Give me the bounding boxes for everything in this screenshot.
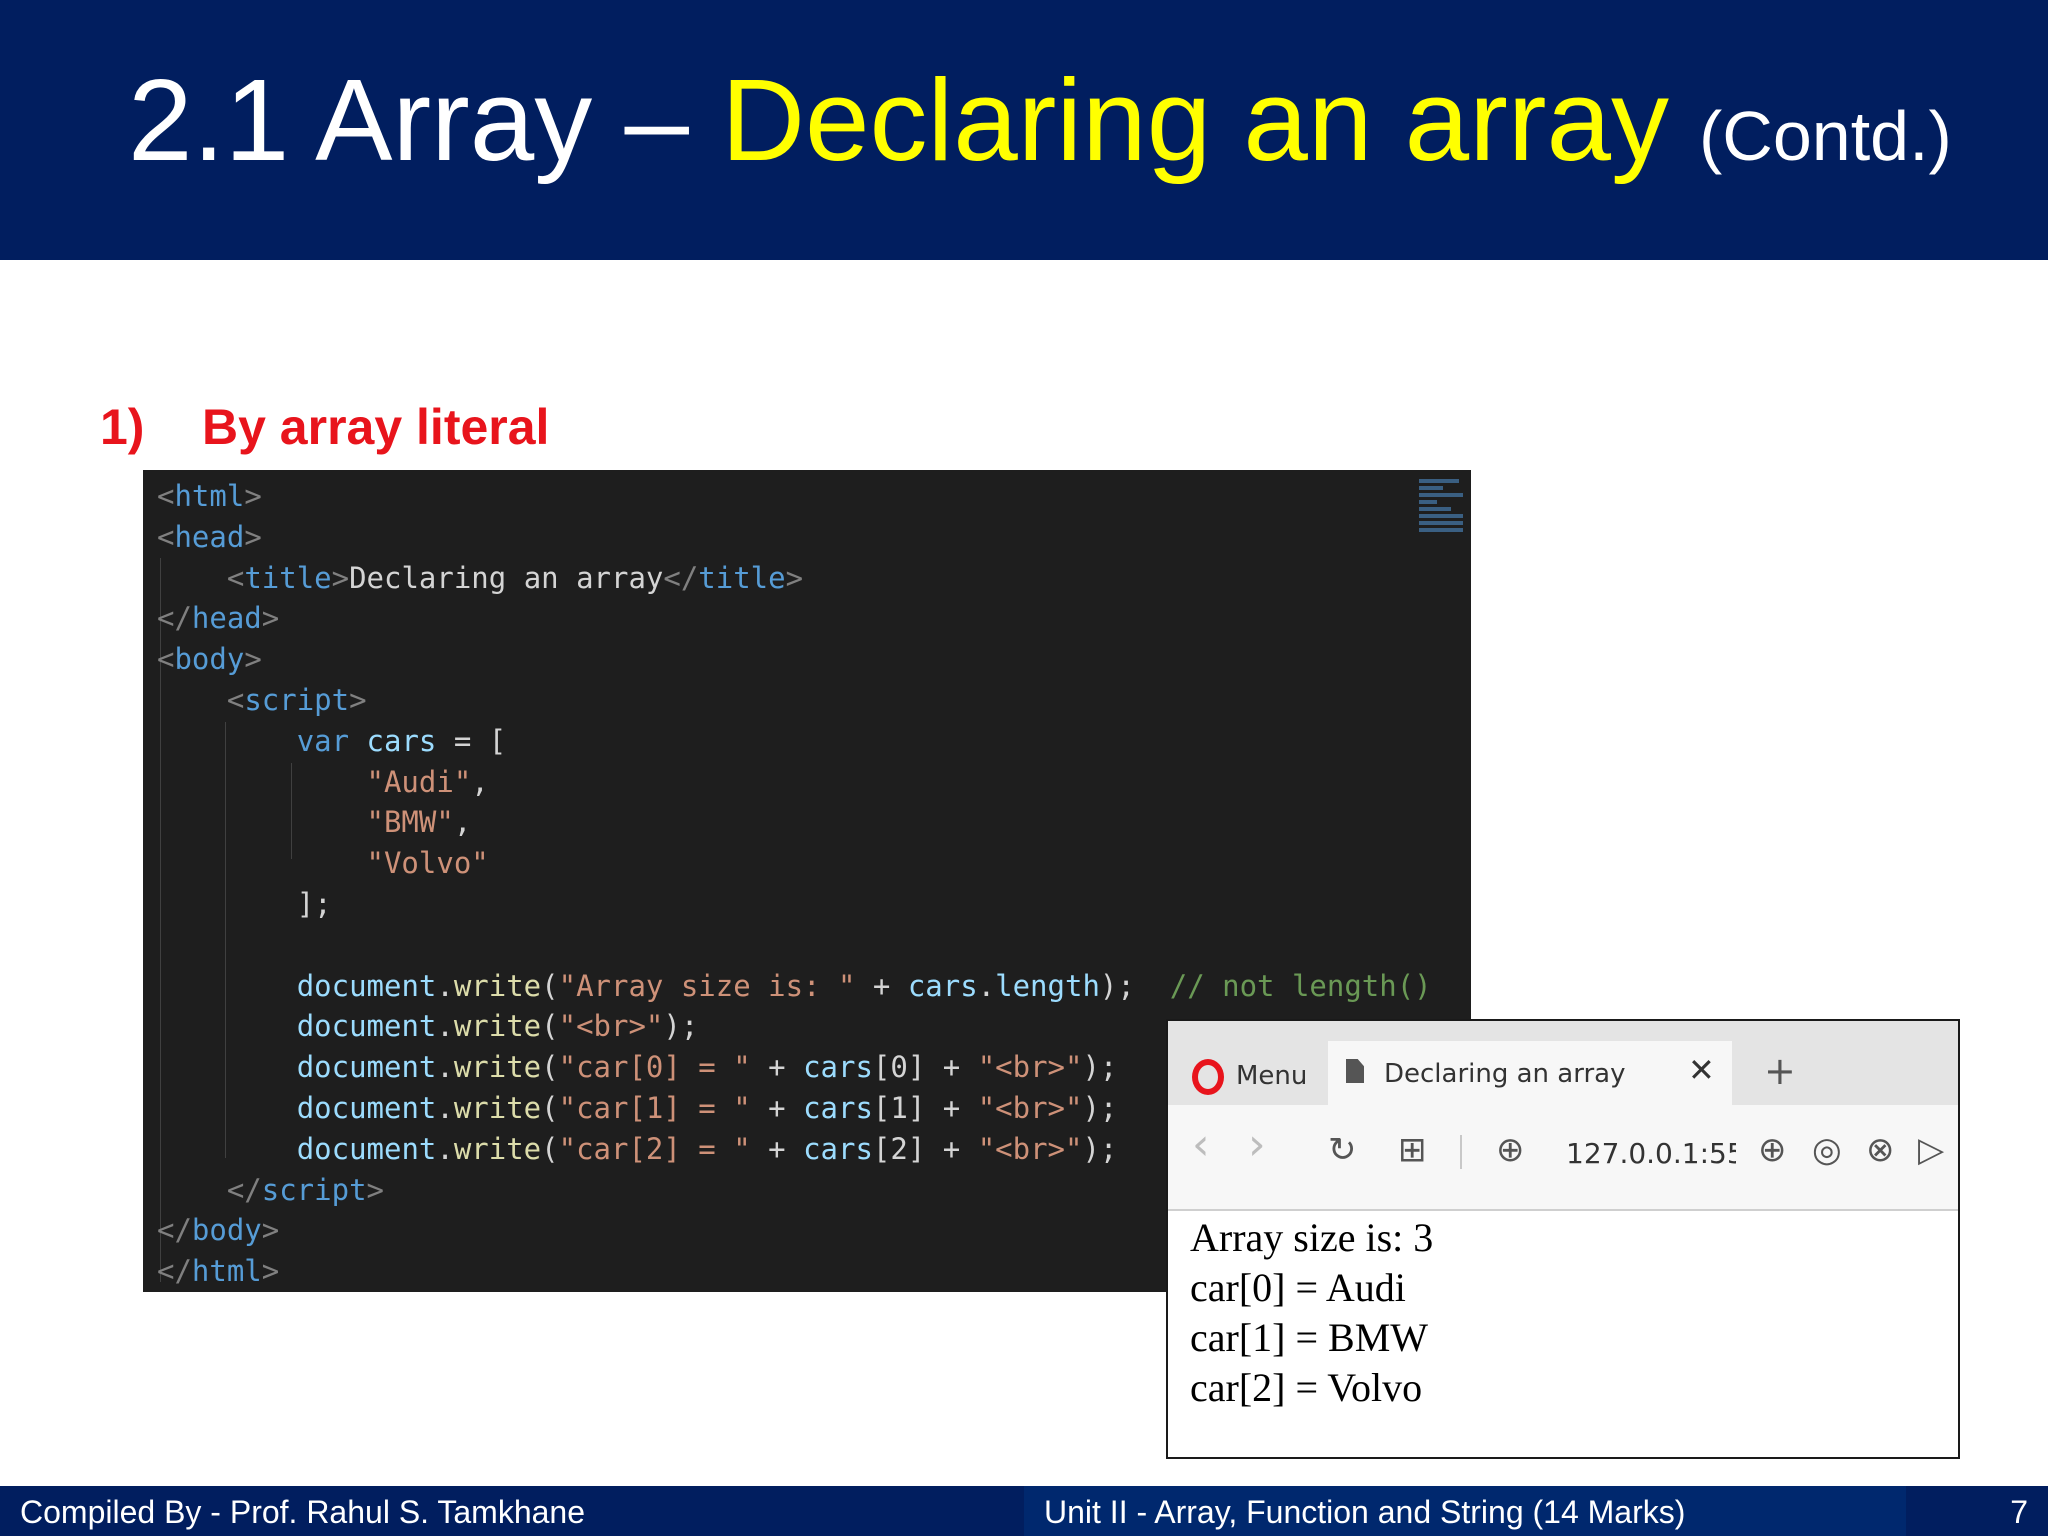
reload-icon[interactable]: ↻ xyxy=(1328,1133,1357,1167)
output-line: car[0] = Audi xyxy=(1190,1265,1406,1310)
code-line: document.write("car[0] = " + cars[0] + "… xyxy=(296,1050,1118,1085)
opera-logo-icon[interactable] xyxy=(1192,1059,1224,1095)
code-line: <head> xyxy=(157,519,262,554)
url-field[interactable]: 127.0.0.1:550 xyxy=(1566,1137,1736,1170)
slide-title: 2.1 Array – Declaring an array (Contd.) xyxy=(128,62,1952,178)
code-line: "Audi", xyxy=(366,764,489,799)
footer-unit: Unit II - Array, Function and String (14… xyxy=(1044,1494,1686,1530)
back-icon[interactable]: ‹ xyxy=(1192,1123,1210,1167)
output-line: Array size is: 3 xyxy=(1190,1215,1434,1260)
code-line: document.write("<br>"); xyxy=(296,1009,699,1044)
globe-icon: ⊕ xyxy=(1496,1130,1525,1170)
title-main: 2.1 Array – xyxy=(128,55,722,185)
title-bar: 2.1 Array – Declaring an array (Contd.) xyxy=(0,0,2048,260)
output-line: car[1] = BMW xyxy=(1190,1315,1429,1360)
code-line: document.write("car[2] = " + cars[2] + "… xyxy=(296,1131,1118,1166)
zoom-icon[interactable]: ⊕ xyxy=(1758,1133,1787,1167)
document-icon xyxy=(1346,1059,1364,1083)
code-line: </script> xyxy=(226,1172,384,1207)
tab-title: Declaring an array xyxy=(1384,1059,1626,1089)
code-line: "BMW", xyxy=(366,805,472,840)
title-suffix: (Contd.) xyxy=(1698,97,1952,175)
browser-window: Menu Declaring an array ✕ + ‹ › ↻ ⊞ ⊕ 12… xyxy=(1166,1019,1960,1459)
page-output: Array size is: 3 car[0] = Audi car[1] = … xyxy=(1190,1213,1433,1413)
footer-unit-box: Unit II - Array, Function and String (14… xyxy=(1024,1486,1906,1536)
snapshot-icon[interactable]: ◎ xyxy=(1812,1133,1842,1167)
new-tab-icon[interactable]: + xyxy=(1764,1049,1796,1093)
code-line: <script> xyxy=(226,682,367,717)
code-line: ]; xyxy=(296,886,332,921)
forward-icon[interactable]: › xyxy=(1248,1123,1266,1167)
page-number: 7 xyxy=(2010,1494,2028,1530)
code-line: </body> xyxy=(157,1213,280,1248)
footer-page-box: 7 xyxy=(1906,1486,2048,1536)
code-line: </html> xyxy=(157,1254,280,1289)
code-line: var cars = [ xyxy=(296,723,507,758)
code-line: <body> xyxy=(157,642,262,677)
address-bar: ‹ › ↻ ⊞ ⊕ 127.0.0.1:550 ⊕ ◎ ⊗ ▷ xyxy=(1168,1105,1958,1211)
subheading-text: By array literal xyxy=(202,399,550,455)
output-line: car[2] = Volvo xyxy=(1190,1365,1423,1410)
footer: Compiled By - Prof. Rahul S. Tamkhane Un… xyxy=(0,1486,2048,1536)
menu-button[interactable]: Menu xyxy=(1236,1061,1307,1091)
send-icon[interactable]: ▷ xyxy=(1918,1133,1944,1167)
footer-author: Compiled By - Prof. Rahul S. Tamkhane xyxy=(20,1494,585,1530)
tab-declaring-an-array[interactable]: Declaring an array ✕ xyxy=(1328,1041,1732,1105)
tab-bar: Menu Declaring an array ✕ + xyxy=(1168,1021,1958,1105)
ad-block-icon[interactable]: ⊗ xyxy=(1866,1133,1895,1167)
code-line: <title>Declaring an array</title> xyxy=(226,560,804,595)
code-line: <html> xyxy=(157,479,262,513)
toolbar-divider xyxy=(1460,1135,1462,1169)
code-line: document.write("car[1] = " + cars[1] + "… xyxy=(296,1090,1118,1125)
close-tab-icon[interactable]: ✕ xyxy=(1688,1051,1715,1089)
title-highlight: Declaring an array xyxy=(721,55,1669,185)
code-line: document.write("Array size is: " + cars.… xyxy=(296,968,1432,1003)
subheading-number: 1) xyxy=(100,399,145,455)
speed-dial-icon[interactable]: ⊞ xyxy=(1398,1133,1427,1167)
subheading: 1) By array literal xyxy=(100,398,549,456)
code-line: "Volvo" xyxy=(366,846,489,881)
code-line: </head> xyxy=(157,601,280,636)
